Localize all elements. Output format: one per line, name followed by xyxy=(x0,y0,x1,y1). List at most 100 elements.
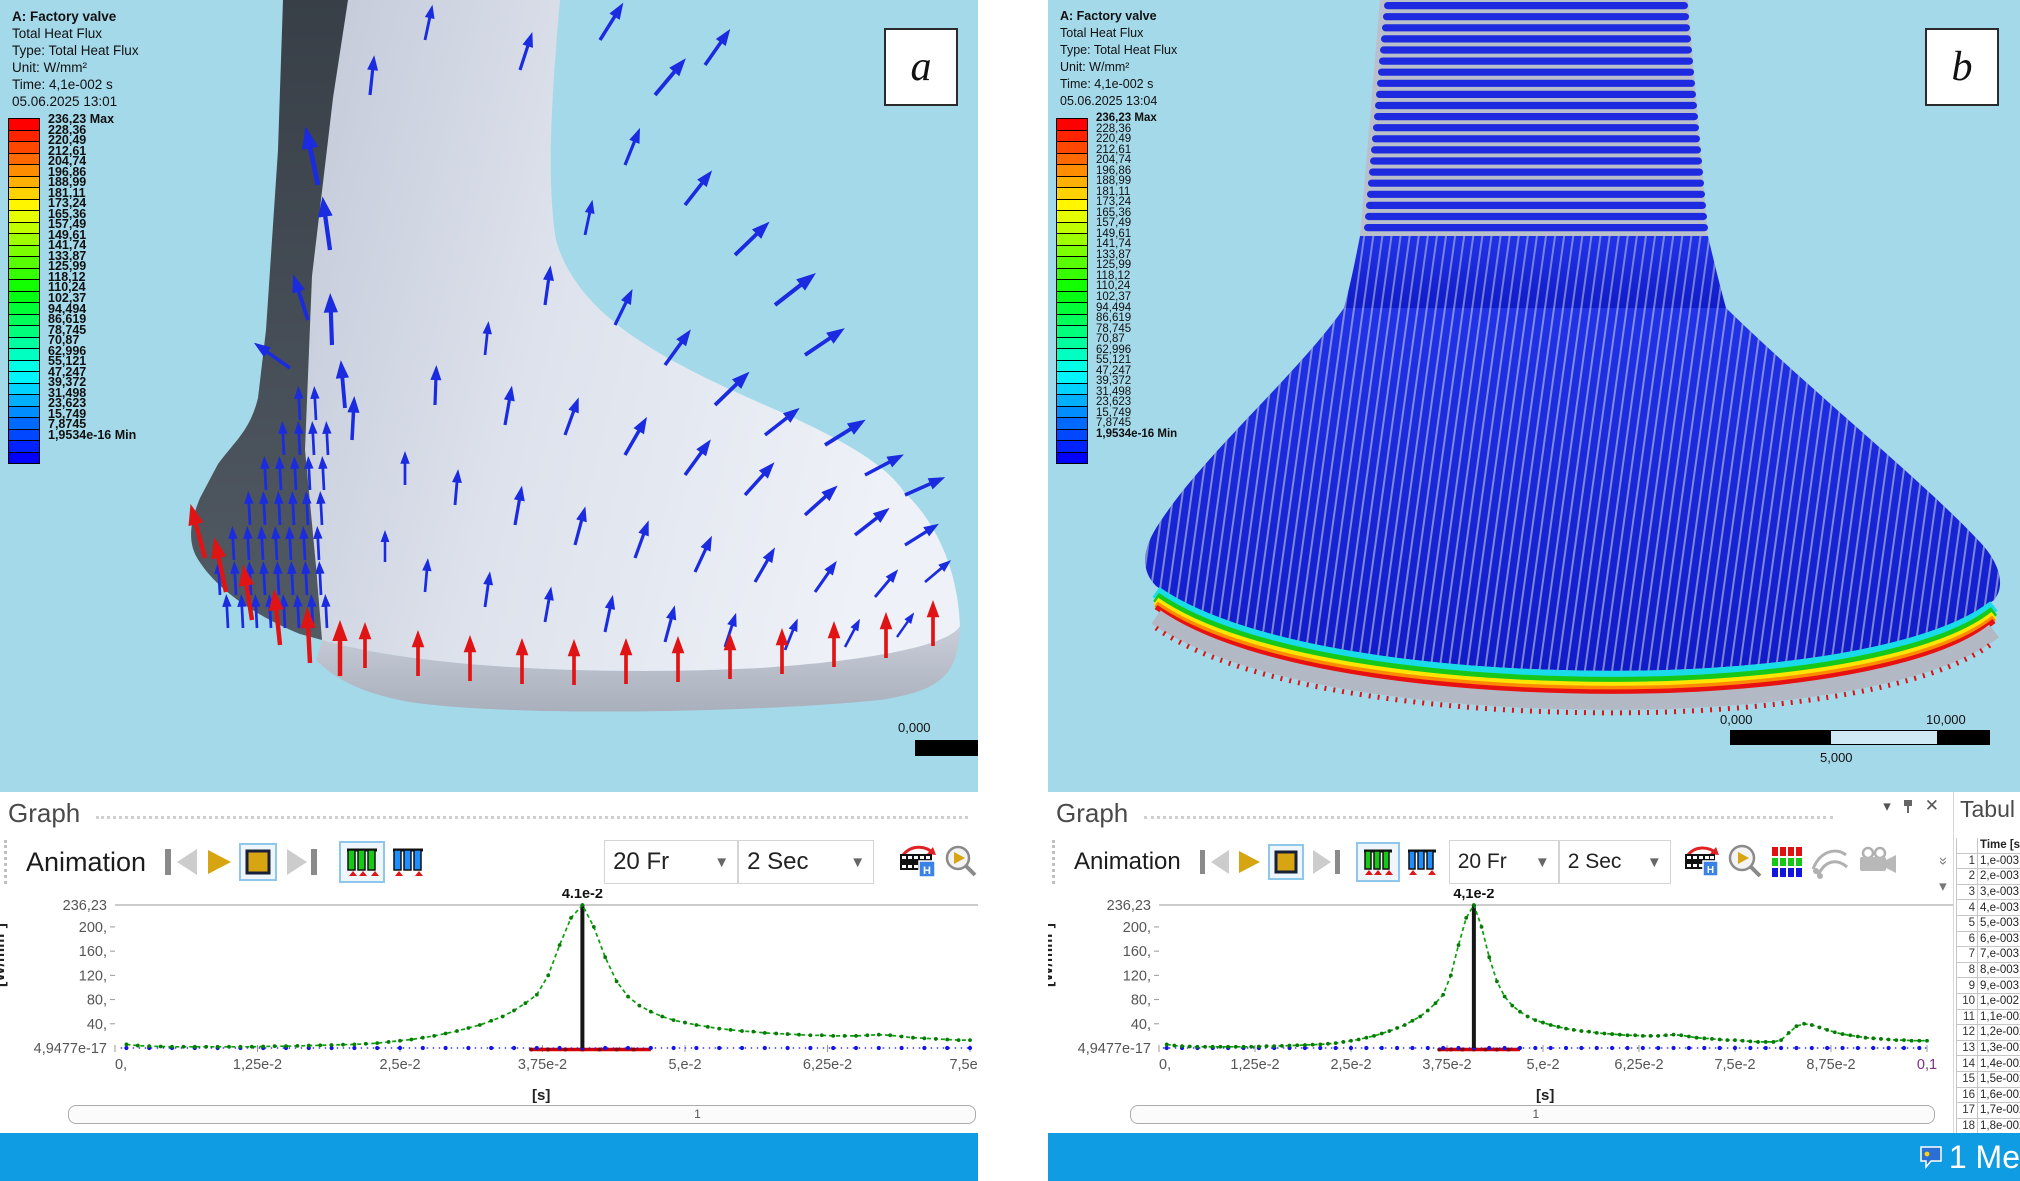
result-title: A: Factory valve xyxy=(12,8,139,25)
threaded-stem xyxy=(1364,2,1708,231)
graph-panel-b: Graph ▾ ✕ Animation xyxy=(1048,792,1953,1133)
svg-text:40,: 40, xyxy=(87,1017,107,1033)
go-to-start-button[interactable] xyxy=(1200,849,1232,875)
panel-a: A: Factory valve Total Heat Flux Type: T… xyxy=(0,0,978,1181)
status-bar-a xyxy=(0,1133,978,1181)
go-to-end-button[interactable] xyxy=(283,848,319,876)
table-row[interactable]: 88,e-003 xyxy=(1957,962,2020,978)
table-row[interactable]: 131,3e-002 xyxy=(1957,1040,2020,1056)
duration-dropdown[interactable]: 2 Sec▼ xyxy=(738,840,874,884)
valve-neck-texture xyxy=(1344,236,1726,308)
viewport-3d-b[interactable]: A: Factory valve Total Heat Flux Type: T… xyxy=(1048,0,2020,792)
svg-text:7,5e-2: 7,5e-2 xyxy=(949,1057,978,1073)
close-icon[interactable]: ✕ xyxy=(1925,796,1939,816)
table-row[interactable]: 99,e-003 xyxy=(1957,978,2020,994)
svg-text:7,5e-2: 7,5e-2 xyxy=(1714,1057,1755,1073)
collapse-chevrons-icon[interactable]: » xyxy=(1930,857,1953,865)
svg-text:4,9477e-17: 4,9477e-17 xyxy=(34,1041,107,1057)
figure-label-b: b xyxy=(1925,28,1999,106)
play-button[interactable] xyxy=(1238,849,1262,875)
chevron-down-icon: ▼ xyxy=(1535,854,1550,871)
col-header-time[interactable]: Time [s] xyxy=(1978,838,2020,853)
load-steps-icon[interactable] xyxy=(391,847,425,877)
result-header-a: A: Factory valve Total Heat Flux Type: T… xyxy=(12,8,139,110)
table-row[interactable]: 55,e-003 xyxy=(1957,915,2020,931)
chevron-down-icon: ▼ xyxy=(1647,854,1662,871)
go-to-end-button[interactable] xyxy=(1310,849,1342,875)
toolbar-drag-handle[interactable] xyxy=(1052,840,1060,884)
chevron-down-icon: ▼ xyxy=(714,854,729,871)
valve-body xyxy=(305,0,960,671)
svg-text:0,: 0, xyxy=(1159,1057,1171,1073)
play-button[interactable] xyxy=(207,848,233,876)
svg-text:120,: 120, xyxy=(1123,968,1151,984)
animation-toolbar-b: Animation xyxy=(1052,838,1903,886)
svg-text:236,23: 236,23 xyxy=(63,898,107,914)
result-sets-icon[interactable] xyxy=(1356,842,1400,882)
slider-value: 1 xyxy=(694,1107,701,1121)
tabular-data-panel: Tabul Time [s]11,e-00322,e-00333,e-00344… xyxy=(1953,792,2020,1133)
table-row[interactable]: 171,7e-002 xyxy=(1957,1103,2020,1119)
result-color-bars-icon[interactable] xyxy=(1770,846,1804,878)
stop-button[interactable] xyxy=(239,843,277,881)
expand-caret-icon[interactable]: ▾ xyxy=(1939,874,1947,900)
table-row[interactable]: 77,e-003 xyxy=(1957,947,2020,963)
table-row[interactable]: 141,4e-002 xyxy=(1957,1056,2020,1072)
export-video-icon[interactable]: H xyxy=(899,845,939,879)
divider xyxy=(96,816,968,819)
stop-button[interactable] xyxy=(1268,844,1304,880)
svg-text:80,: 80, xyxy=(1131,993,1151,1009)
valve-3d-model-a xyxy=(0,0,978,792)
status-bar-b: 1 Me xyxy=(1048,1133,2020,1181)
svg-text:200,: 200, xyxy=(79,920,107,936)
table-row[interactable]: 111,1e-002 xyxy=(1957,1009,2020,1025)
table-row[interactable]: 22,e-003 xyxy=(1957,869,2020,885)
viewport-3d-a[interactable]: A: Factory valve Total Heat Flux Type: T… xyxy=(0,0,978,792)
svg-text:4,1e-2: 4,1e-2 xyxy=(1453,889,1494,902)
svg-text:2,5e-2: 2,5e-2 xyxy=(1330,1057,1371,1073)
table-row[interactable]: 44,e-003 xyxy=(1957,900,2020,916)
svg-text:4,9477e-17: 4,9477e-17 xyxy=(1078,1041,1151,1057)
pin-icon[interactable] xyxy=(1901,798,1915,814)
svg-text:6,25e-2: 6,25e-2 xyxy=(803,1057,852,1073)
svg-text:H: H xyxy=(1707,865,1714,876)
table-row[interactable]: 151,5e-002 xyxy=(1957,1071,2020,1087)
toolbar-drag-handle[interactable] xyxy=(4,840,12,884)
animated-zoom-icon[interactable] xyxy=(945,845,978,879)
svg-text:160,: 160, xyxy=(79,944,107,960)
table-row[interactable]: 66,e-003 xyxy=(1957,931,2020,947)
chevron-down-icon: ▼ xyxy=(850,854,865,871)
svg-text:200,: 200, xyxy=(1123,920,1151,936)
table-row[interactable]: 11,e-003 xyxy=(1957,853,2020,869)
graph-panel-a: Graph Animation xyxy=(0,792,978,1133)
table-row[interactable]: 33,e-003 xyxy=(1957,884,2020,900)
go-to-start-button[interactable] xyxy=(165,848,201,876)
svg-text:2,5e-2: 2,5e-2 xyxy=(379,1057,420,1073)
duration-dropdown[interactable]: 2 Sec▼ xyxy=(1559,840,1671,884)
frames-dropdown[interactable]: 20 Fr▼ xyxy=(1449,840,1559,884)
svg-text:40,: 40, xyxy=(1131,1017,1151,1033)
svg-text:[W/mm²]: [W/mm²] xyxy=(1048,923,1056,987)
export-video-icon[interactable]: H xyxy=(1684,846,1722,878)
load-steps-icon[interactable] xyxy=(1406,848,1438,876)
animation-timeline-slider[interactable]: 1 xyxy=(68,1105,976,1124)
animated-zoom-icon[interactable] xyxy=(1728,844,1764,880)
result-header-b: A: Factory valve Total Heat Flux Type: T… xyxy=(1060,8,1177,110)
animation-label: Animation xyxy=(1074,848,1181,876)
pane-menu-caret-icon[interactable]: ▾ xyxy=(1883,797,1891,815)
svg-text:3,75e-2: 3,75e-2 xyxy=(518,1057,567,1073)
graph-title: Graph xyxy=(8,798,80,829)
result-sets-icon[interactable] xyxy=(339,841,385,883)
table-row[interactable]: 101,e-002 xyxy=(1957,993,2020,1009)
ansys-mechanical-dual-view: A: Factory valve Total Heat Flux Type: T… xyxy=(0,0,2020,1181)
animation-timeline-slider[interactable]: 1 xyxy=(1130,1105,1935,1124)
svg-text:5,e-2: 5,e-2 xyxy=(668,1057,701,1073)
table-row[interactable]: 161,6e-002 xyxy=(1957,1087,2020,1103)
message-bubble-icon xyxy=(1919,1144,1945,1170)
table-row[interactable]: 181,8e-002 xyxy=(1957,1118,2020,1133)
svg-text:120,: 120, xyxy=(79,968,107,984)
table-row[interactable]: 121,2e-002 xyxy=(1957,1025,2020,1041)
slider-value: 1 xyxy=(1533,1107,1540,1121)
message-count-label[interactable]: 1 Me xyxy=(1949,1139,2020,1176)
frames-dropdown[interactable]: 20 Fr▼ xyxy=(604,840,738,884)
